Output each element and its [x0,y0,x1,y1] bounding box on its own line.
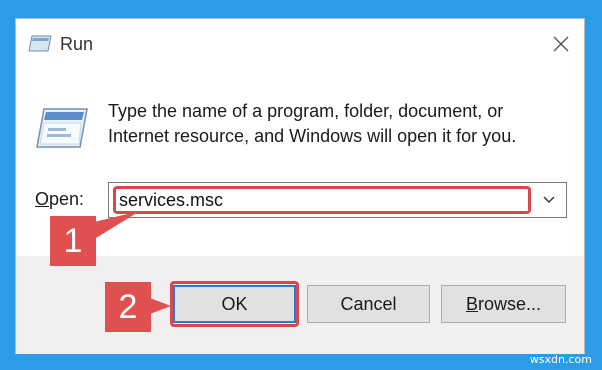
watermark: wsxdn.com [529,353,592,366]
close-button[interactable] [546,29,576,59]
description-text: Type the name of a program, folder, docu… [108,99,548,149]
cancel-button[interactable]: Cancel [307,285,430,323]
open-label-accesskey: O [35,189,50,209]
step-2-badge: 2 [105,282,151,332]
title-bar: Run [16,19,584,75]
open-dropdown-button[interactable] [532,183,566,217]
run-icon [28,35,52,52]
run-dialog: Run Type the name of a program, folder, … [15,18,585,354]
window-title: Run [60,34,94,54]
ok-button[interactable]: OK [173,285,296,323]
close-icon [553,36,569,52]
open-label: Open: [35,189,84,210]
button-area: OK Cancel Browse... [16,256,584,354]
run-program-icon [36,108,88,148]
browse-button[interactable]: Browse... [441,285,566,323]
open-label-text: pen: [49,189,85,209]
step-1-badge: 1 [50,216,96,266]
chevron-down-icon [543,196,555,203]
open-combobox[interactable] [108,182,567,218]
browse-accesskey: B [465,293,478,314]
browse-label: rowse... [477,293,542,314]
description-line-1: Type the name of a program, folder, docu… [108,101,504,121]
description-line-2: Internet resource, and Windows will open… [108,126,517,146]
open-input[interactable] [109,183,531,217]
